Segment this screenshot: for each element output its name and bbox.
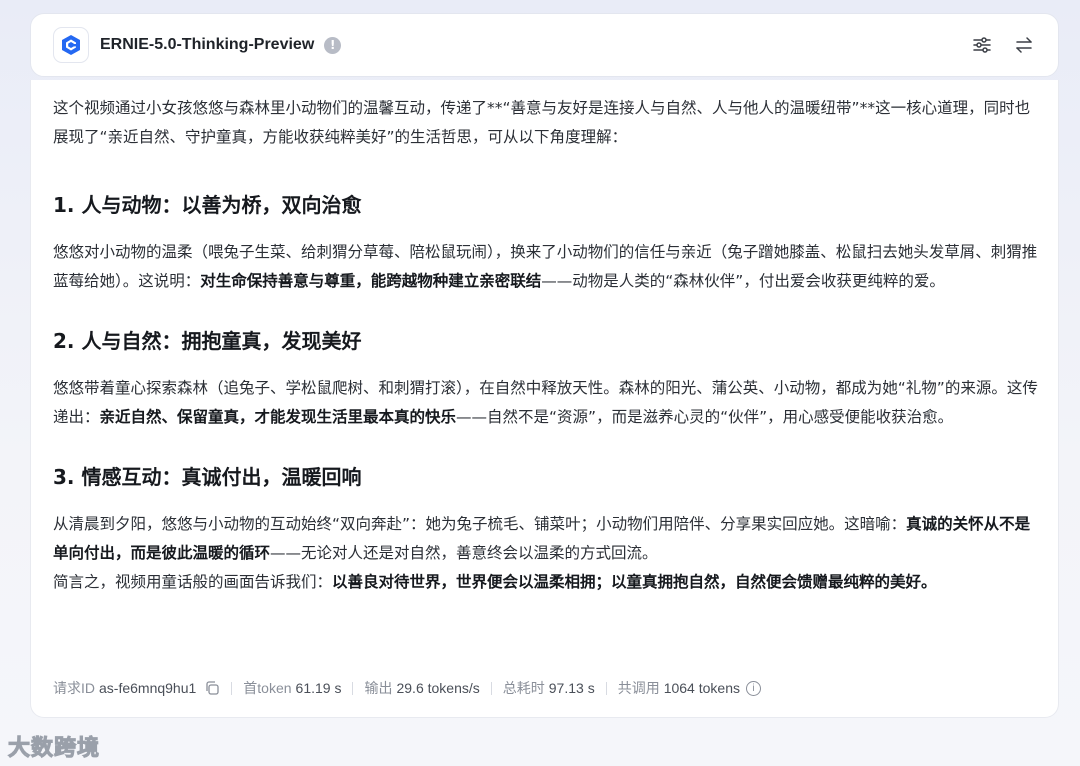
total-time-value: 97.13 s [548, 680, 595, 696]
divider [352, 681, 354, 695]
settings-sliders-icon[interactable] [970, 33, 994, 57]
section-3-text-end: ——无论对人还是对自然，善意终会以温柔的方式回流。 [270, 544, 658, 562]
section-2-text-end: ——自然不是“资源”，而是滋养心灵的“伙伴”，用心感受便能收获治愈。 [456, 408, 954, 426]
copy-icon[interactable] [204, 680, 220, 696]
summary-text: 简言之，视频用童话般的画面告诉我们： [53, 573, 333, 591]
section-heading-3: 3. 情感互动：真诚付出，温暖回响 [53, 465, 362, 489]
section-1-bold: 对生命保持善意与尊重，能跨越物种建立亲密联结 [200, 272, 542, 290]
request-id-value: as-fe6mnq9hu1 [99, 680, 197, 696]
section-paragraph-2: 悠悠带着童心探索森林（追兔子、学松鼠爬树、和刺猬打滚），在自然中释放天性。森林的… [53, 374, 1043, 432]
section-paragraph-3: 从清晨到夕阳，悠悠与小动物的互动始终“双向奔赴”：她为兔子梳毛、铺菜叶；小动物们… [53, 510, 1043, 568]
total-calls-value: 1064 tokens [663, 680, 740, 696]
intro-paragraph: 这个视频通过小女孩悠悠与森林里小动物们的温馨互动，传递了**“善意与友好是连接人… [53, 99, 1031, 146]
first-token-value: 61.19 s [295, 680, 342, 696]
section-3-text: 从清晨到夕阳，悠悠与小动物的互动始终“双向奔赴”：她为兔子梳毛、铺菜叶；小动物们… [53, 515, 907, 533]
section-heading-1: 1. 人与动物：以善为桥，双向治愈 [53, 193, 362, 217]
request-id-label: 请求ID [53, 680, 95, 696]
section-heading-2: 2. 人与自然：拥抱童真，发现美好 [53, 329, 362, 353]
first-token-label: 首token [243, 680, 292, 696]
divider [605, 681, 607, 695]
divider [231, 681, 233, 695]
chat-header: ERNIE-5.0-Thinking-Preview ! [30, 13, 1059, 77]
section-2-bold: 亲近自然、保留童真，才能发现生活里最本真的快乐 [99, 408, 457, 426]
token-info-icon[interactable]: i [746, 680, 761, 696]
summary-bold: 以善良对待世界，世界便会以温柔相拥；以童真拥抱自然，自然便会馈赠最纯粹的美好。 [332, 573, 937, 591]
divider [490, 681, 492, 695]
model-name[interactable]: ERNIE-5.0-Thinking-Preview [100, 36, 314, 54]
response-content: 这个视频通过小女孩悠悠与森林里小动物们的温馨互动，传递了**“善意与友好是连接人… [53, 94, 1043, 597]
switch-arrows-icon[interactable] [1012, 33, 1036, 57]
watermark: 大数跨境 [7, 736, 101, 762]
section-1-text-end: ——动物是人类的“森林伙伴”，付出爱会收获更纯粹的爱。 [541, 272, 945, 290]
ernie-logo-icon [53, 27, 89, 63]
output-value: 29.6 tokens/s [396, 680, 480, 696]
total-time-label: 总耗时 [502, 680, 545, 696]
summary-paragraph: 简言之，视频用童话般的画面告诉我们：以善良对待世界，世界便会以温柔相拥；以童真拥… [53, 568, 1043, 597]
section-paragraph-1: 悠悠对小动物的温柔（喂兔子生菜、给刺猬分草莓、陪松鼠玩闹），换来了小动物们的信任… [53, 238, 1043, 296]
output-label: 输出 [364, 680, 393, 696]
response-meta-footer: 请求ID as-fe6mnq9hu1 首token 61.19 s 输出 29.… [53, 678, 761, 698]
response-card: 这个视频通过小女孩悠悠与森林里小动物们的温馨互动，传递了**“善意与友好是连接人… [30, 80, 1059, 718]
info-icon[interactable]: ! [324, 36, 342, 54]
total-calls-label: 共调用 [617, 680, 660, 696]
